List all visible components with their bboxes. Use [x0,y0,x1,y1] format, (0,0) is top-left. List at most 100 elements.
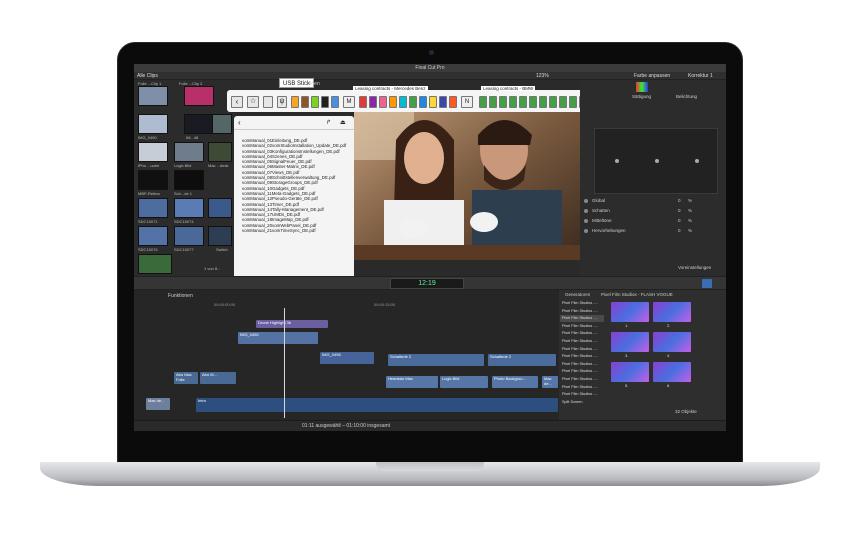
share-icon[interactable] [702,279,712,288]
timeline-clip[interactable]: Headstar Mac [386,376,438,388]
key-orange[interactable] [389,96,397,108]
clip-thumb[interactable] [212,114,232,134]
option-radio[interactable] [584,209,588,213]
generator-item[interactable]: Pixel Film Studios -... [560,330,604,337]
key-yellow[interactable] [429,96,437,108]
clip-thumb[interactable] [174,142,204,162]
key-purple[interactable] [369,96,377,108]
file-item[interactable]: vomManual_21vomTimeSync_DE.pdf [234,228,354,233]
key-brown[interactable] [301,96,309,108]
clip-thumb[interactable] [208,198,232,218]
timeline-clip[interactable]: IMG_0496 [320,352,374,364]
back-button[interactable]: ‹ [231,96,243,108]
clip-thumb[interactable] [174,170,204,190]
generator-item[interactable]: Pixel Film Studios -... [560,346,604,353]
generator-item[interactable]: Pixel Film Studios -... [560,361,604,368]
generator-thumb[interactable] [611,362,649,382]
eject-icon[interactable]: ⏏ [340,119,346,126]
color-board[interactable] [594,128,718,194]
key-green[interactable] [519,96,527,108]
key-green[interactable] [409,96,417,108]
usb-icon[interactable]: ψ [277,96,287,108]
inspector-subtitle[interactable]: Korrektur 1 [688,73,713,79]
key-orange[interactable] [291,96,299,108]
key-indigo[interactable] [439,96,447,108]
clip-thumb[interactable] [138,254,172,274]
generator-item[interactable]: Pixel Film Studios -... [560,353,604,360]
clip-thumb[interactable] [174,198,204,218]
playhead[interactable] [284,308,285,418]
generator-item[interactable]: Pixel Film Studios -... [560,323,604,330]
generator-item[interactable]: Pixel Film Studios -... [560,315,604,323]
timeline-clip[interactable]: Abo M... [200,372,236,384]
generator-item[interactable]: Split Screen [560,399,604,406]
generator-item[interactable]: Pixel Film Studios -... [560,300,604,307]
key-green[interactable] [539,96,547,108]
key-pink[interactable] [379,96,387,108]
timecode-display[interactable]: 12:19 [390,278,464,289]
puck[interactable] [655,159,659,163]
timeline-clip[interactable]: Photo Backgrou... [492,376,538,388]
tab-belichtung[interactable]: Belichtung [676,94,697,99]
browser-header[interactable]: Alle Clips [137,73,158,79]
clip-thumb[interactable] [138,142,168,162]
timeline-clip[interactable]: Logic Bild [440,376,488,388]
generator-thumb[interactable] [653,332,691,352]
clip-thumb[interactable] [184,114,214,134]
key-black[interactable] [321,96,329,108]
generator-item[interactable]: Pixel Film Studios -... [560,308,604,315]
generator-thumb[interactable] [653,362,691,382]
generator-item[interactable]: Pixel Film Studios -... [560,368,604,375]
key-green[interactable] [479,96,487,108]
generator-thumb[interactable] [611,332,649,352]
back-icon[interactable]: ‹ [238,118,241,127]
clip-thumb[interactable] [138,198,168,218]
timeline-clip[interactable]: Mac de... [542,376,558,388]
key-green[interactable] [559,96,567,108]
clip-thumb[interactable] [138,86,168,106]
timeline-clip[interactable]: Schaltede 2 [388,354,484,366]
color-swatch[interactable] [636,82,648,92]
generator-item[interactable]: Pixel Film Studios -... [560,384,604,391]
file-item[interactable]: vomManual_02vomStudioInstallation_Update… [234,143,354,148]
clip-thumb[interactable] [184,86,214,106]
generator-item[interactable]: Pixel Film Studios -... [560,376,604,383]
key-cyan[interactable] [399,96,407,108]
key-green[interactable] [569,96,577,108]
generator-thumb[interactable] [653,302,691,322]
key-green[interactable] [549,96,557,108]
clip-thumb[interactable] [138,226,168,246]
key-green[interactable] [489,96,497,108]
zoom-level[interactable]: 123% [536,73,549,79]
tab-saettigung[interactable]: Sättigung [632,94,651,99]
key-deep-orange[interactable] [449,96,457,108]
key-green[interactable] [509,96,517,108]
puck[interactable] [695,159,699,163]
timeline-clip[interactable]: Intro [196,398,558,412]
key-folder-icon[interactable] [331,96,339,108]
key-red[interactable] [359,96,367,108]
timeline-clip[interactable]: Drone Highlight 3b [256,320,328,328]
generator-item[interactable]: Pixel Film Studios -... [560,391,604,398]
key-green[interactable] [529,96,537,108]
puck[interactable] [615,159,619,163]
option-radio[interactable] [584,199,588,203]
generator-item[interactable]: Pixel Film Studios -... [560,338,604,345]
clip-thumb[interactable] [174,226,204,246]
timeline-clip[interactable]: Abo Mac Folie [174,372,198,384]
key-n[interactable]: N [461,96,473,108]
clip-thumb[interactable] [138,170,168,190]
presets-button[interactable]: Voreinstellungen [678,265,711,270]
clip-thumb[interactable] [208,226,232,246]
timeline-clip[interactable]: Schaltede 2 [488,354,556,366]
timeline-clip[interactable]: Mac de... [146,398,170,410]
option-radio[interactable] [584,229,588,233]
key-green[interactable] [499,96,507,108]
option-radio[interactable] [584,219,588,223]
redo-icon[interactable]: ↱ [326,119,331,126]
key-blue[interactable] [419,96,427,108]
timeline-clip[interactable]: IMG_0450 [238,332,318,344]
key-green[interactable] [311,96,319,108]
phone-icon[interactable] [263,96,273,108]
key-m[interactable]: M [343,96,355,108]
